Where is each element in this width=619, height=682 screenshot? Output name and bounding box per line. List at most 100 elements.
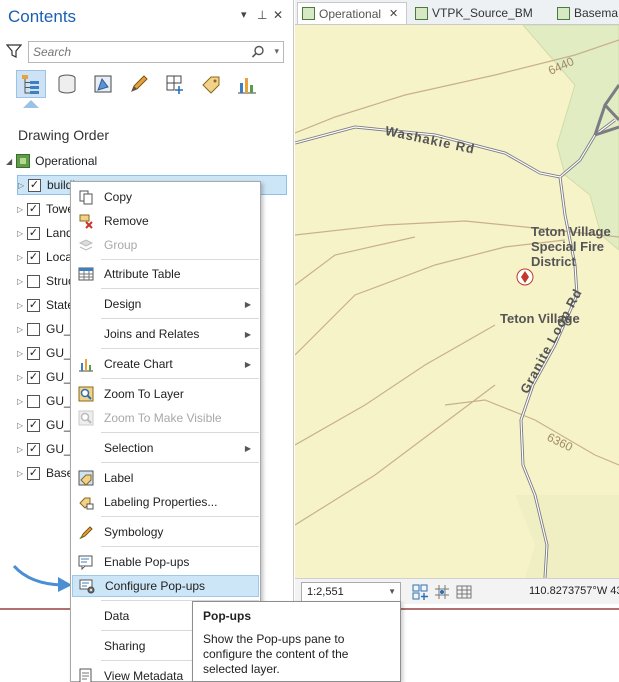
tab-label: VTPK_Source_BM xyxy=(432,6,533,20)
close-pane-icon[interactable]: ✕ xyxy=(273,8,283,22)
expand-icon[interactable]: ▷ xyxy=(17,349,27,358)
search-icon[interactable] xyxy=(251,45,265,59)
map-canvas[interactable]: Washakie Rd Granite Loop Rd 6440 6360 Te… xyxy=(295,25,619,578)
label-fire-district-line: Special Fire xyxy=(531,239,604,254)
search-box[interactable]: ▾ xyxy=(28,41,284,63)
contour-line xyxy=(295,384,496,526)
close-tab-icon[interactable]: ✕ xyxy=(389,7,398,20)
submenu-arrow-icon: ▶ xyxy=(244,329,251,339)
list-by-labeling-icon[interactable] xyxy=(196,70,226,98)
scale-value: 1:2,551 xyxy=(307,586,344,598)
layer-visibility-checkbox[interactable] xyxy=(27,394,40,408)
layer-visibility-checkbox[interactable]: ✓ xyxy=(28,178,41,192)
tab-basemap[interactable]: Basema xyxy=(553,2,619,24)
pane-title: Contents xyxy=(8,7,77,26)
expand-icon[interactable]: ▷ xyxy=(17,421,27,430)
list-by-drawing-order-icon[interactable] xyxy=(16,70,46,98)
menu-item-zoom-to-make-visible[interactable]: Zoom To Make Visible xyxy=(72,407,259,429)
menu-item-configure-popups[interactable]: Configure Pop-ups xyxy=(72,575,259,597)
layer-visibility-checkbox[interactable]: ✓ xyxy=(27,226,40,240)
symbology-icon xyxy=(76,524,96,540)
list-by-editing-icon[interactable] xyxy=(124,70,154,98)
menu-item-enable-popups[interactable]: Enable Pop-ups xyxy=(72,551,259,573)
expand-icon[interactable]: ▷ xyxy=(17,205,27,214)
arcgis-pro-window: Contents ▾ ⊥ ✕ ▾ xyxy=(0,0,619,682)
expand-icon[interactable]: ▷ xyxy=(17,445,27,454)
map-node-operational[interactable]: ◢ Operational xyxy=(6,152,97,170)
label-icon xyxy=(76,470,96,486)
view-metadata-icon xyxy=(76,668,96,682)
label-fire-district-line: District xyxy=(531,254,576,269)
menu-item-design[interactable]: Design ▶ xyxy=(72,293,259,315)
tab-label: Operational xyxy=(319,6,382,21)
tab-operational[interactable]: Operational ✕ xyxy=(297,2,407,24)
collapse-icon[interactable]: ◢ xyxy=(6,157,12,166)
list-by-data-source-icon[interactable] xyxy=(52,70,82,98)
pin-icon[interactable]: ⊥ xyxy=(257,8,267,22)
tab-vtpk-source-bm[interactable]: VTPK_Source_BM xyxy=(411,2,539,24)
chevron-down-icon[interactable]: ▼ xyxy=(388,583,396,601)
expand-icon[interactable]: ▷ xyxy=(17,397,27,406)
labeling-properties-icon xyxy=(76,494,96,510)
scale-selector[interactable]: 1:2,551 ▼ xyxy=(301,582,401,602)
expand-icon[interactable]: ▷ xyxy=(17,253,27,262)
menu-separator xyxy=(101,318,259,319)
layer-visibility-checkbox[interactable]: ✓ xyxy=(27,418,40,432)
layer-visibility-checkbox[interactable]: ✓ xyxy=(27,442,40,456)
layer-visibility-checkbox[interactable]: ✓ xyxy=(27,346,40,360)
menu-item-group[interactable]: Group xyxy=(72,234,259,256)
grid-toggle-icon[interactable] xyxy=(434,584,450,600)
list-by-charts-icon[interactable] xyxy=(232,70,262,98)
layer-visibility-checkbox[interactable]: ✓ xyxy=(27,202,40,216)
list-by-snapping-icon[interactable] xyxy=(160,70,190,98)
search-options-icon[interactable]: ▾ xyxy=(274,46,279,57)
layer-visibility-checkbox[interactable]: ✓ xyxy=(27,298,40,312)
menu-separator xyxy=(101,288,259,289)
menu-item-remove[interactable]: Remove xyxy=(72,210,259,232)
layer-visibility-checkbox[interactable] xyxy=(27,322,40,336)
contour-line xyxy=(444,399,619,466)
submenu-arrow-icon: ▶ xyxy=(244,359,251,369)
menu-item-create-chart[interactable]: Create Chart ▶ xyxy=(72,353,259,375)
filter-icon[interactable] xyxy=(6,43,22,59)
expand-icon[interactable]: ▷ xyxy=(17,301,27,310)
expand-icon[interactable]: ▷ xyxy=(17,469,27,478)
expand-icon[interactable]: ▷ xyxy=(17,277,27,286)
expand-icon[interactable]: ▷ xyxy=(17,229,27,238)
menu-item-selection[interactable]: Selection ▶ xyxy=(72,437,259,459)
menu-separator xyxy=(101,378,259,379)
layer-visibility-checkbox[interactable]: ✓ xyxy=(27,370,40,384)
list-by-selection-icon[interactable] xyxy=(88,70,118,98)
menu-item-attribute-table[interactable]: Attribute Table xyxy=(72,263,259,285)
menu-item-zoom-to-layer[interactable]: Zoom To Layer xyxy=(72,383,259,405)
table-toggle-icon[interactable] xyxy=(456,584,472,600)
menu-item-label[interactable]: Label xyxy=(72,467,259,489)
popups-tooltip: Pop-ups Show the Pop-ups pane to configu… xyxy=(192,601,401,682)
map-tab-icon xyxy=(557,6,570,20)
search-input[interactable] xyxy=(29,42,249,62)
expand-icon[interactable]: ▷ xyxy=(17,325,27,334)
coordinate-readout: 110.8273757°W 43 xyxy=(529,585,619,597)
map-tabs: Operational ✕ VTPK_Source_BM Basema xyxy=(295,0,619,25)
zoom-to-make-visible-icon xyxy=(76,410,96,426)
configure-popups-icon xyxy=(77,578,97,594)
submenu-arrow-icon: ▶ xyxy=(244,443,251,453)
menu-item-copy[interactable]: Copy xyxy=(72,186,259,208)
enable-popups-icon xyxy=(76,554,96,570)
snapping-toggle-icon[interactable] xyxy=(412,584,428,600)
pane-options-icon[interactable]: ▾ xyxy=(241,8,247,21)
label-place: Teton Village xyxy=(500,311,580,326)
chart-icon xyxy=(76,356,96,372)
menu-item-symbology[interactable]: Symbology xyxy=(72,521,259,543)
layer-visibility-checkbox[interactable]: ✓ xyxy=(27,466,40,480)
layer-visibility-checkbox[interactable] xyxy=(27,274,40,288)
menu-item-joins-and-relates[interactable]: Joins and Relates ▶ xyxy=(72,323,259,345)
layer-visibility-checkbox[interactable]: ✓ xyxy=(27,250,40,264)
group-icon xyxy=(76,237,96,253)
expand-icon[interactable]: ▷ xyxy=(18,181,28,190)
layer-name: Loca xyxy=(46,250,73,264)
tooltip-body: Show the Pop-ups pane to configure the c… xyxy=(203,632,349,676)
map-tab-icon xyxy=(415,6,428,20)
expand-icon[interactable]: ▷ xyxy=(17,373,27,382)
menu-item-labeling-properties[interactable]: Labeling Properties... xyxy=(72,491,259,513)
